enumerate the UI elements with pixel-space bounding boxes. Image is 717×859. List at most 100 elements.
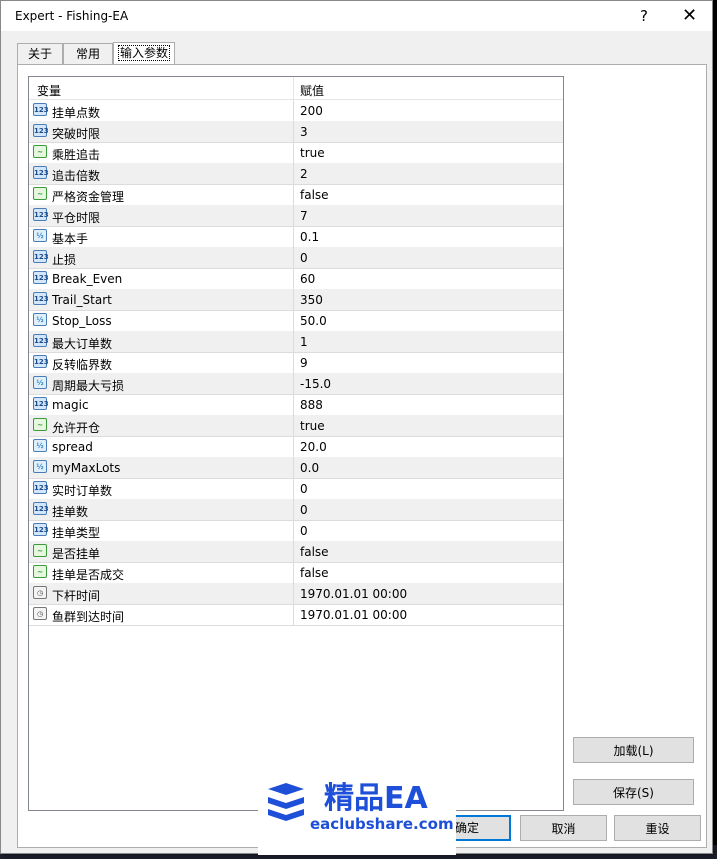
tab-common[interactable]: 常用 <box>63 43 113 65</box>
tab-input-parameters[interactable]: 输入参数 <box>113 42 175 66</box>
close-button[interactable]: ✕ <box>667 1 712 31</box>
parameter-row[interactable]: 123 挂单数 0 <box>29 499 563 521</box>
cancel-button[interactable]: 取消 <box>520 815 607 841</box>
parameter-row[interactable]: ½ myMaxLots 0.0 <box>29 457 563 479</box>
cell-separator <box>293 478 294 499</box>
parameter-row[interactable]: ~ 乘胜追击 true <box>29 142 563 164</box>
cell-separator <box>293 499 294 520</box>
parameter-value[interactable]: 1970.01.01 00:00 <box>300 587 407 601</box>
parameter-name: 基本手 <box>52 232 89 246</box>
parameter-value[interactable]: 0 <box>300 524 308 538</box>
parameter-row[interactable]: ½ spread 20.0 <box>29 436 563 458</box>
parameter-row[interactable]: 123 突破时限 3 <box>29 121 563 143</box>
parameter-name: Stop_Loss <box>52 314 112 328</box>
title-bar: Expert - Fishing-EA ? ✕ <box>1 1 712 31</box>
parameter-row[interactable]: 123 反转临界数 9 <box>29 352 563 374</box>
watermark: 精品EA eaclubshare.com <box>258 767 456 855</box>
parameter-value[interactable]: 3 <box>300 125 308 139</box>
parameter-value[interactable]: 50.0 <box>300 314 327 328</box>
tab-label: 常用 <box>75 47 100 61</box>
parameter-name: 挂单类型 <box>52 526 101 540</box>
parameter-row[interactable]: 123 Break_Even 60 <box>29 268 563 290</box>
tab-label: 关于 <box>27 47 52 61</box>
cell-separator <box>293 583 294 604</box>
bool-type-icon: ~ <box>33 187 47 200</box>
grid-header: 变量 赋值 <box>29 77 563 100</box>
column-separator[interactable] <box>293 77 294 99</box>
expert-dialog: Expert - Fishing-EA ? ✕ 关于 常用 输入参数 变量 赋值… <box>0 0 713 854</box>
cell-separator <box>293 604 294 625</box>
tab-label: 输入参数 <box>117 45 170 61</box>
parameter-row[interactable]: ~ 允许开仓 true <box>29 415 563 437</box>
parameter-row[interactable]: ~ 挂单是否成交 false <box>29 562 563 584</box>
book-logo-icon <box>268 783 304 821</box>
parameter-name: spread <box>52 440 93 454</box>
int-type-icon: 123 <box>33 397 49 410</box>
parameter-row[interactable]: ½ 基本手 0.1 <box>29 226 563 248</box>
int-type-icon: 123 <box>33 271 49 284</box>
parameter-value[interactable]: 7 <box>300 209 308 223</box>
parameter-value[interactable]: 1 <box>300 335 308 349</box>
parameter-name: 挂单数 <box>52 505 89 519</box>
parameter-value[interactable]: true <box>300 146 325 160</box>
parameter-row[interactable]: 123 Trail_Start 350 <box>29 289 563 311</box>
parameter-row[interactable]: ◷ 下杆时间 1970.01.01 00:00 <box>29 583 563 605</box>
parameter-row[interactable]: ½ 周期最大亏损 -15.0 <box>29 373 563 395</box>
parameter-name: 周期最大亏损 <box>52 379 125 393</box>
parameter-value[interactable]: 0 <box>300 503 308 517</box>
parameter-value[interactable]: 0.0 <box>300 461 319 475</box>
parameter-row[interactable]: 123 平仓时限 7 <box>29 205 563 227</box>
parameter-value[interactable]: 60 <box>300 272 315 286</box>
parameter-name: 挂单点数 <box>52 106 101 120</box>
parameter-value[interactable]: 1970.01.01 00:00 <box>300 608 407 622</box>
parameter-value[interactable]: false <box>300 545 329 559</box>
cell-separator <box>293 541 294 562</box>
parameter-row[interactable]: 123 magic 888 <box>29 394 563 416</box>
parameter-row[interactable]: 123 最大订单数 1 <box>29 331 563 353</box>
parameter-value[interactable]: 350 <box>300 293 323 307</box>
parameter-value[interactable]: 9 <box>300 356 308 370</box>
cell-separator <box>293 415 294 436</box>
parameter-value[interactable]: 20.0 <box>300 440 327 454</box>
parameter-value[interactable]: 0 <box>300 251 308 265</box>
parameter-name: 最大订单数 <box>52 337 113 351</box>
parameter-value[interactable]: 0.1 <box>300 230 319 244</box>
parameter-value[interactable]: false <box>300 188 329 202</box>
int-type-icon: 123 <box>33 523 49 536</box>
parameter-value[interactable]: -15.0 <box>300 377 331 391</box>
parameter-grid[interactable]: 变量 赋值 123 挂单点数 200 123 突破时限 3 ~ 乘胜追击 true 123 追击倍数… <box>28 76 564 811</box>
parameter-row[interactable]: ½ Stop_Loss 50.0 <box>29 310 563 332</box>
reset-button[interactable]: 重设 <box>614 815 701 841</box>
cell-separator <box>293 394 294 415</box>
parameter-row[interactable]: ~ 是否挂单 false <box>29 541 563 563</box>
load-button[interactable]: 加载(L) <box>573 737 694 763</box>
parameter-name: 允许开仓 <box>52 421 101 435</box>
parameter-value[interactable]: false <box>300 566 329 580</box>
int-type-icon: 123 <box>33 208 49 221</box>
save-button[interactable]: 保存(S) <box>573 779 694 805</box>
parameter-value[interactable]: 200 <box>300 104 323 118</box>
column-variable[interactable]: 变量 <box>37 82 61 99</box>
int-type-icon: 123 <box>33 292 49 305</box>
cell-separator <box>293 562 294 583</box>
parameter-value[interactable]: true <box>300 419 325 433</box>
cell-separator <box>293 289 294 310</box>
parameter-value[interactable]: 0 <box>300 482 308 496</box>
bool-type-icon: ~ <box>33 544 47 557</box>
parameter-row[interactable]: 123 追击倍数 2 <box>29 163 563 185</box>
parameter-name: 突破时限 <box>52 127 101 141</box>
parameter-row[interactable]: ~ 严格资金管理 false <box>29 184 563 206</box>
cell-separator <box>293 247 294 268</box>
parameter-row[interactable]: 123 止损 0 <box>29 247 563 269</box>
parameter-row[interactable]: 123 挂单类型 0 <box>29 520 563 542</box>
cell-separator <box>293 205 294 226</box>
parameter-value[interactable]: 888 <box>300 398 323 412</box>
parameter-value[interactable]: 2 <box>300 167 308 181</box>
help-button[interactable]: ? <box>621 1 667 31</box>
column-value[interactable]: 赋值 <box>300 82 324 99</box>
parameter-row[interactable]: 123 实时订单数 0 <box>29 478 563 500</box>
parameter-row[interactable]: 123 挂单点数 200 <box>29 100 563 122</box>
tab-about[interactable]: 关于 <box>17 43 63 65</box>
cell-separator <box>293 268 294 289</box>
parameter-row[interactable]: ◷ 鱼群到达时间 1970.01.01 00:00 <box>29 604 563 626</box>
